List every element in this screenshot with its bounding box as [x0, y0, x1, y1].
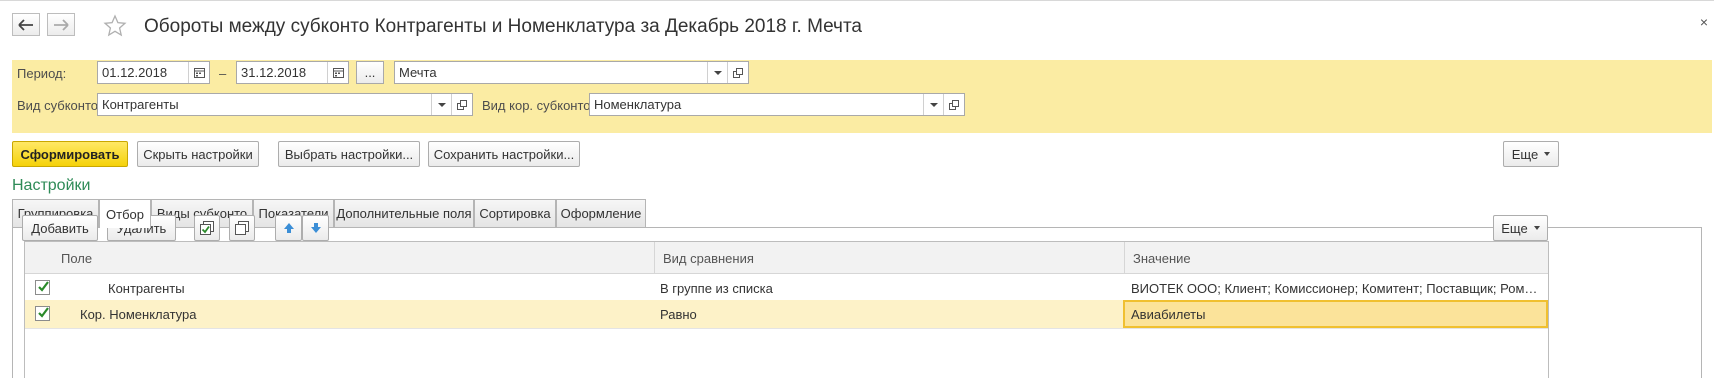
tab-formatting[interactable]: Оформление — [556, 199, 646, 227]
calendar-icon[interactable] — [188, 62, 209, 83]
more-menu-button[interactable]: Еще — [1503, 141, 1559, 167]
more-label: Еще — [1511, 146, 1539, 162]
table-row[interactable]: Кор. Номенклатура Равно Авиабилеты — [25, 300, 1548, 329]
add-filter-button[interactable]: Добавить — [22, 215, 98, 241]
date-from-value: 01.12.2018 — [102, 65, 168, 80]
cor-subconto-value: Номенклатура — [594, 97, 682, 112]
period-dash: – — [219, 66, 227, 81]
period-label: Период: — [17, 66, 67, 81]
close-icon[interactable]: × — [1700, 14, 1708, 30]
subconto-field[interactable]: Контрагенты — [97, 93, 473, 116]
favorite-star-icon[interactable] — [103, 14, 127, 38]
period-select-button[interactable]: ... — [356, 61, 384, 84]
tab-sorting[interactable]: Сортировка — [474, 199, 556, 227]
chevron-down-icon — [1544, 152, 1551, 156]
row-field: Кор. Номенклатура — [80, 307, 197, 322]
filter-more-label: Еще — [1501, 220, 1528, 236]
column-header-value[interactable]: Значение — [1124, 242, 1548, 274]
filter-more-button[interactable]: Еще — [1493, 215, 1548, 241]
settings-section-title: Настройки — [12, 177, 91, 194]
subconto-value: Контрагенты — [102, 97, 179, 112]
row-comparison: В группе из списка — [660, 281, 773, 296]
chevron-down-icon[interactable] — [707, 62, 728, 83]
row-value-active-cell[interactable]: Авиабилеты — [1123, 300, 1548, 328]
chevron-down-icon — [1533, 226, 1540, 230]
row-checkbox[interactable] — [35, 306, 50, 321]
calendar-icon[interactable] — [327, 62, 348, 83]
date-to-value: 31.12.2018 — [241, 65, 307, 80]
arrow-up-icon — [283, 223, 294, 233]
arrow-down-icon — [310, 223, 321, 233]
column-header-comparison[interactable]: Вид сравнения — [654, 242, 1124, 274]
open-icon[interactable] — [943, 94, 964, 115]
organization-field[interactable]: Мечта — [394, 61, 749, 84]
move-down-button[interactable] — [302, 215, 329, 241]
cor-subconto-field[interactable]: Номенклатура — [589, 93, 965, 116]
hide-settings-button[interactable]: Скрыть настройки — [137, 141, 259, 167]
subconto-label: Вид субконто: — [17, 98, 102, 113]
row-field: Контрагенты — [108, 281, 185, 296]
date-from-field[interactable]: 01.12.2018 — [97, 61, 210, 84]
tab-additional-fields[interactable]: Дополнительные поля — [334, 199, 474, 227]
chevron-down-icon[interactable] — [431, 94, 452, 115]
tab-filter[interactable]: Отбор — [99, 199, 151, 228]
arrow-right-icon — [54, 18, 69, 31]
uncheck-all-button[interactable] — [229, 215, 255, 241]
row-comparison: Равно — [660, 307, 697, 322]
check-all-button[interactable] — [194, 215, 220, 241]
forward-button[interactable] — [47, 13, 75, 36]
arrow-left-icon — [18, 18, 33, 31]
row-checkbox[interactable] — [35, 280, 50, 295]
open-icon[interactable] — [727, 62, 748, 83]
date-to-field[interactable]: 31.12.2018 — [236, 61, 349, 84]
generate-report-button[interactable]: Сформировать — [12, 141, 128, 167]
checkmark-icon — [38, 281, 49, 292]
chevron-down-icon[interactable] — [923, 94, 944, 115]
row-value[interactable]: ВИОТЕК ООО; Клиент; Комиссионер; Комитен… — [1123, 274, 1546, 302]
save-settings-button[interactable]: Сохранить настройки... — [428, 141, 580, 167]
window-top-border — [0, 0, 1714, 1]
checkmark-icon — [38, 307, 49, 318]
window-title: Обороты между субконто Контрагенты и Ном… — [144, 16, 863, 37]
cor-subconto-label: Вид кор. субконто: — [482, 98, 595, 113]
organization-value: Мечта — [399, 65, 437, 80]
open-icon[interactable] — [451, 94, 472, 115]
check-all-icon — [200, 221, 214, 235]
uncheck-all-icon — [235, 221, 249, 235]
move-up-button[interactable] — [275, 215, 302, 241]
back-button[interactable] — [12, 13, 40, 36]
filter-table: Поле Вид сравнения Значение Контрагенты … — [24, 241, 1549, 378]
column-header-field[interactable]: Поле — [25, 242, 654, 274]
table-row[interactable]: Контрагенты В группе из списка ВИОТЕК ОО… — [25, 274, 1548, 303]
choose-settings-button[interactable]: Выбрать настройки... — [278, 141, 420, 167]
